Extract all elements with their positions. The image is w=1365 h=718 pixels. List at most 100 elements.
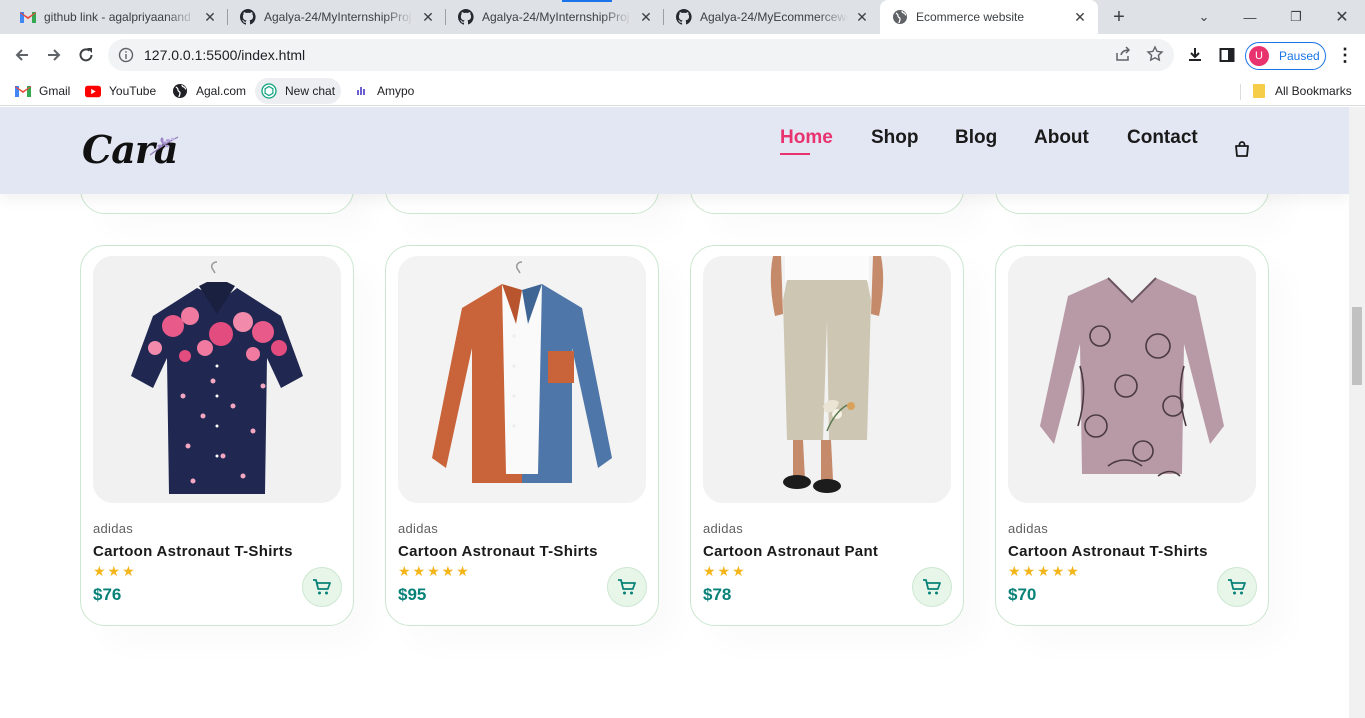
tab-strip: github link - agalpriyaanand ✕ Agalya-24…	[0, 0, 1365, 34]
cart-icon	[1228, 579, 1246, 595]
forward-arrow-icon	[48, 49, 61, 61]
site-header: Cara Home Shop Blog About Contact	[0, 107, 1349, 194]
product-price: $76	[93, 585, 122, 604]
back-arrow-icon	[15, 49, 28, 61]
tab-title: Agalya-24/MyInternshipProj	[482, 10, 630, 24]
folder-icon	[1251, 83, 1267, 99]
tab-title: Agalya-24/MyInternshipProj	[264, 10, 412, 24]
product-name: Cartoon Astronaut T-Shirts	[93, 543, 293, 560]
linen-pants-image	[703, 256, 951, 503]
gmail-icon	[15, 83, 31, 99]
add-to-cart-button[interactable]	[607, 567, 647, 607]
product-image[interactable]	[703, 256, 951, 503]
close-tab-icon[interactable]: ✕	[202, 9, 218, 26]
amypo-icon	[353, 83, 369, 99]
cart-icon	[618, 579, 636, 595]
floral-shirt-image	[93, 256, 341, 503]
gmail-icon	[20, 9, 36, 25]
product-name: Cartoon Astronaut Pant	[703, 543, 879, 560]
bookmark-label: Amypo	[377, 84, 415, 98]
menu-kebab-icon[interactable]: ⋮	[1333, 43, 1357, 67]
scrollbar-thumb[interactable]	[1352, 307, 1362, 385]
new-tab-button[interactable]: +	[1107, 6, 1131, 28]
minimize-button[interactable]: —	[1227, 0, 1273, 34]
product-brand: adidas	[398, 521, 439, 536]
colorblock-jacket-image	[398, 256, 646, 503]
bookmark-agal[interactable]: Agal.com	[166, 78, 252, 104]
bookmark-label: Agal.com	[196, 84, 247, 98]
close-tab-icon[interactable]: ✕	[420, 9, 436, 26]
product-brand: adidas	[1008, 521, 1049, 536]
download-icon[interactable]	[1183, 43, 1207, 67]
github-icon	[458, 9, 474, 25]
tab-title: Agalya-24/MyEcommercewe	[700, 10, 848, 24]
github-icon	[240, 9, 256, 25]
product-price: $70	[1008, 585, 1037, 604]
browser-tab-3[interactable]: Agalya-24/MyInternshipProj ✕	[446, 0, 664, 34]
product-brand: adidas	[93, 521, 134, 536]
page-scrollbar[interactable]	[1349, 107, 1365, 718]
close-window-button[interactable]: ✕	[1319, 0, 1365, 34]
tab-title: github link - agalpriyaanand	[44, 10, 191, 24]
chatgpt-icon	[261, 83, 277, 99]
product-card[interactable]: adidas Cartoon Astronaut T-Shirts ★★★★★ …	[385, 245, 659, 626]
address-bar[interactable]: 127.0.0.1:5500/index.html	[108, 39, 1174, 71]
profile-status: Paused	[1279, 49, 1320, 63]
side-panel-icon[interactable]	[1215, 43, 1239, 67]
add-to-cart-button[interactable]	[302, 567, 342, 607]
all-bookmarks[interactable]: All Bookmarks	[1245, 78, 1358, 104]
star-rating: ★★★★★	[1008, 563, 1081, 579]
nav-contact[interactable]: Contact	[1127, 127, 1198, 149]
star-rating: ★★★	[703, 563, 747, 579]
nav-shop[interactable]: Shop	[871, 127, 919, 149]
product-card[interactable]: adidas Cartoon Astronaut Pant ★★★ $78	[690, 245, 964, 626]
bookmark-youtube[interactable]: YouTube	[79, 78, 162, 104]
bookmarks-bar: Gmail YouTube Agal.com New chat Amypo Al…	[0, 76, 1365, 106]
bookmark-new-chat[interactable]: New chat	[255, 78, 342, 104]
nav-about[interactable]: About	[1034, 127, 1089, 149]
bookmark-gmail[interactable]: Gmail	[9, 78, 76, 104]
browser-tab-2[interactable]: Agalya-24/MyInternshipProj ✕	[228, 0, 446, 34]
browser-tab-1[interactable]: github link - agalpriyaanand ✕	[8, 0, 228, 34]
tab-title: Ecommerce website	[916, 10, 1025, 24]
globe-icon	[172, 83, 188, 99]
restore-button[interactable]: ❐	[1273, 0, 1319, 34]
add-to-cart-button[interactable]	[1217, 567, 1257, 607]
profile-button[interactable]: U Paused	[1245, 42, 1326, 70]
reload-icon	[79, 48, 93, 62]
product-image[interactable]	[398, 256, 646, 503]
url-text: 127.0.0.1:5500/index.html	[144, 47, 306, 63]
back-button[interactable]	[8, 41, 36, 69]
share-icon[interactable]	[1114, 45, 1132, 68]
product-image[interactable]	[1008, 256, 1256, 503]
youtube-icon	[85, 83, 101, 99]
globe-icon	[892, 9, 908, 25]
bookmark-label: All Bookmarks	[1275, 84, 1352, 98]
bookmark-amypo[interactable]: Amypo	[347, 78, 420, 104]
product-card[interactable]: adidas Cartoon Astronaut T-Shirts ★★★ $7…	[80, 245, 354, 626]
browser-tab-active[interactable]: Ecommerce website ✕	[880, 0, 1098, 34]
reload-button[interactable]	[72, 41, 100, 69]
shopping-bag-icon[interactable]	[1233, 140, 1251, 158]
close-tab-icon[interactable]: ✕	[638, 9, 654, 26]
cart-icon	[313, 579, 331, 595]
product-brand: adidas	[703, 521, 744, 536]
close-tab-icon[interactable]: ✕	[1072, 9, 1088, 26]
product-image[interactable]	[93, 256, 341, 503]
page-viewport: Cara Home Shop Blog About Contact adidas…	[0, 107, 1349, 718]
cat-print-top-image	[1008, 256, 1256, 503]
product-card[interactable]: adidas Cartoon Astronaut T-Shirts ★★★★★ …	[995, 245, 1269, 626]
bookmark-star-icon[interactable]	[1146, 45, 1164, 68]
nav-blog[interactable]: Blog	[955, 127, 997, 149]
tab-search-icon[interactable]: ⌄	[1181, 0, 1227, 34]
bookmark-label: New chat	[285, 84, 336, 98]
nav-home[interactable]: Home	[780, 127, 833, 155]
browser-toolbar: 127.0.0.1:5500/index.html U Paused ⋮	[0, 34, 1365, 76]
close-tab-icon[interactable]: ✕	[854, 9, 870, 26]
browser-tab-4[interactable]: Agalya-24/MyEcommercewe ✕	[664, 0, 880, 34]
add-to-cart-button[interactable]	[912, 567, 952, 607]
star-rating: ★★★	[93, 563, 137, 579]
avatar: U	[1249, 46, 1269, 66]
forward-button[interactable]	[40, 41, 68, 69]
site-info-icon[interactable]	[108, 47, 144, 63]
